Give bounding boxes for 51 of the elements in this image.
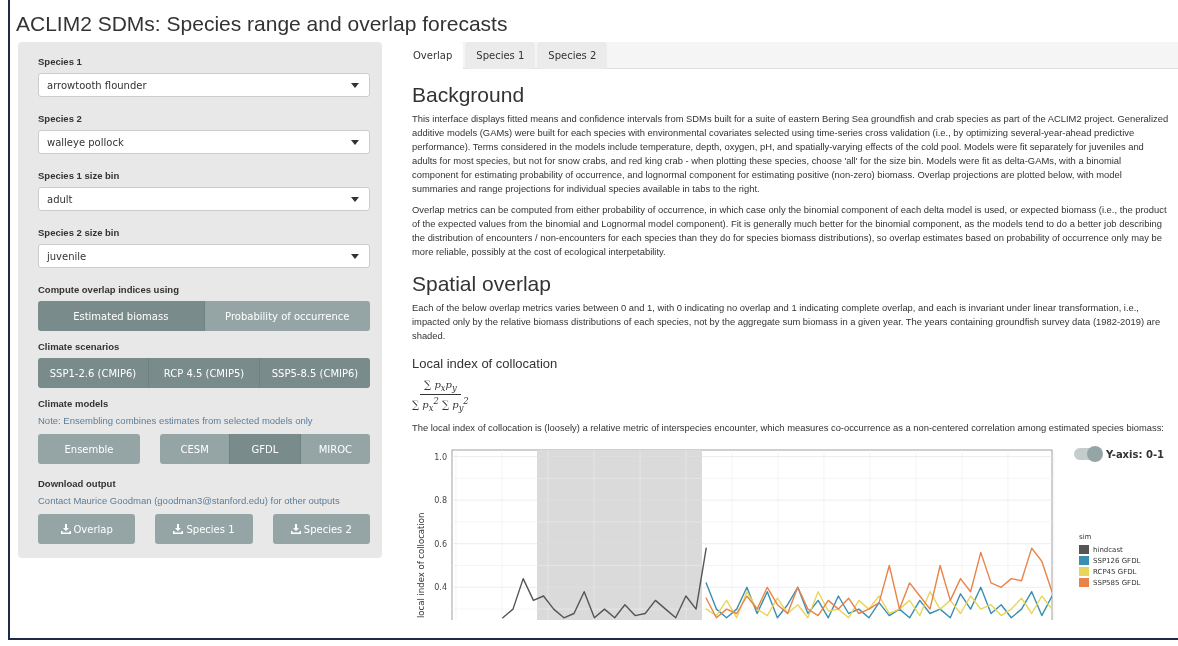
y-tick-label: 0.8 bbox=[434, 496, 447, 506]
field-label: Download output bbox=[38, 478, 117, 489]
page-title: ACLIM2 SDMs: Species range and overlap forecasts bbox=[15, 11, 509, 37]
tab[interactable]: Overlap bbox=[402, 42, 464, 69]
toggle-button[interactable]: CESM bbox=[160, 434, 231, 464]
paragraph: The local index of collocation is (loosely) a relative metric of interspecies encounter, which measures co-occurrence as a non-centered correlation among estimated species biomass: bbox=[412, 421, 1165, 436]
tab[interactable]: Species 1 bbox=[465, 42, 536, 69]
toggle-button[interactable]: Ensemble bbox=[38, 434, 140, 464]
y-tick-label: 0.4 bbox=[434, 583, 447, 593]
download-button[interactable]: Overlap bbox=[38, 514, 136, 544]
note-text: Note: Ensembling combines estimates from selected models only bbox=[38, 415, 314, 426]
field-label: Species 2 bbox=[38, 113, 83, 124]
paragraph: Each of the below overlap metrics varies between 0 and 1, with 0 indicating no overlap and 1 indicating complete overlap, and each is invariant under linear transformation, i.e., impacted only by the relative biomass distributions of each species, not by the aggregate sum biomass in a given year. The years containing groundfish survey data (1982-2019) are shaded. bbox=[412, 301, 1162, 343]
field-label: Species 1 bbox=[38, 56, 83, 67]
field-label: Climate models bbox=[38, 398, 110, 409]
section-heading: Spatial overlap bbox=[412, 272, 552, 296]
select-field[interactable]: juvenile bbox=[38, 244, 370, 268]
select-field[interactable]: adult bbox=[38, 187, 370, 211]
toggle-button[interactable]: Probability of occurrence bbox=[204, 301, 370, 331]
toggle-button[interactable]: SSP5-8.5 (CMIP6) bbox=[260, 358, 370, 388]
section-heading: Background bbox=[412, 83, 526, 107]
caret-icon bbox=[351, 196, 359, 202]
y-axis-label: local index of collocation bbox=[416, 513, 426, 619]
caret-icon bbox=[351, 253, 359, 259]
select-field[interactable]: walleye pollock bbox=[38, 130, 370, 154]
paragraph: Overlap metrics can be computed from either probability of occurrence, in which case only the binomial component of each delta model is used, or expected biomass (i.e., the product of the expected values from the binomial and Lognormal model component). Fit is generally much better for the binomial component, as the models tend to do a better job describing the distribution of encounters / non-encounters for each species than they do for species biomass distributions), so overlap estimates based on probability of occurrence only may be more reliable, possibly at the cost of ecological interpetability. bbox=[412, 203, 1168, 259]
toggle-button[interactable]: SSP1-2.6 (CMIP6) bbox=[38, 358, 149, 388]
download-button[interactable]: Species 1 bbox=[155, 514, 253, 544]
note-text: Contact Maurice Goodman (goodman3@stanford.edu) for other outputs bbox=[38, 495, 341, 506]
caret-icon bbox=[351, 139, 359, 145]
select-field[interactable]: arrowtooth flounder bbox=[38, 73, 370, 97]
toggle-button[interactable]: GFDL bbox=[230, 434, 301, 464]
y-tick-label: 1.0 bbox=[434, 452, 447, 462]
field-label: Climate scenarios bbox=[38, 341, 121, 352]
toggle-button[interactable]: RCP 4.5 (CMIP5) bbox=[149, 358, 260, 388]
download-icon bbox=[173, 524, 184, 534]
field-label: Species 1 size bin bbox=[38, 170, 121, 181]
caret-icon bbox=[351, 82, 359, 88]
download-icon bbox=[60, 524, 71, 534]
toggle-button[interactable]: MIROC bbox=[300, 434, 370, 464]
toggle-button[interactable]: Estimated biomass bbox=[38, 301, 205, 331]
tab[interactable]: Species 2 bbox=[537, 42, 608, 69]
toggle-label: Y-axis: 0-1 bbox=[1105, 448, 1164, 460]
metric-heading: Local index of collocation bbox=[412, 356, 559, 371]
download-icon bbox=[290, 524, 301, 534]
paragraph: This interface displays fitted means and confidence intervals from SDMs built for a suite of eastern Bering Sea groundfish and crab species as part of the ACLIM2 project. Generalized additive models (GAMs) were built for each species with environmental covariates selected using time-series cross validation (i.e., by optimizing several-year-ahead predictive performance). Terms considered in the models include temperature, depth, oxygen, pH, and spatially-varying effects of the cold pool. Models were fit separately for juveniles and adults for most species, but not for snow crabs, and red king crab - when plotting these species, choose 'all' for the size bin. Models were fit as delta-GAMs, with a binomial component for estimating probability of occurrence, and lognormal component for estimating positive (non-zero) biomass. Overlap projections are plotted below, with model summaries and range projections for individual species available in tabs to the right. bbox=[412, 112, 1170, 196]
y-tick-label: 0.6 bbox=[434, 540, 447, 550]
field-label: Species 2 size bin bbox=[38, 227, 121, 238]
toggle-switch[interactable] bbox=[1073, 448, 1102, 461]
download-button[interactable]: Species 2 bbox=[272, 514, 370, 544]
field-label: Compute overlap indices using bbox=[38, 284, 180, 295]
